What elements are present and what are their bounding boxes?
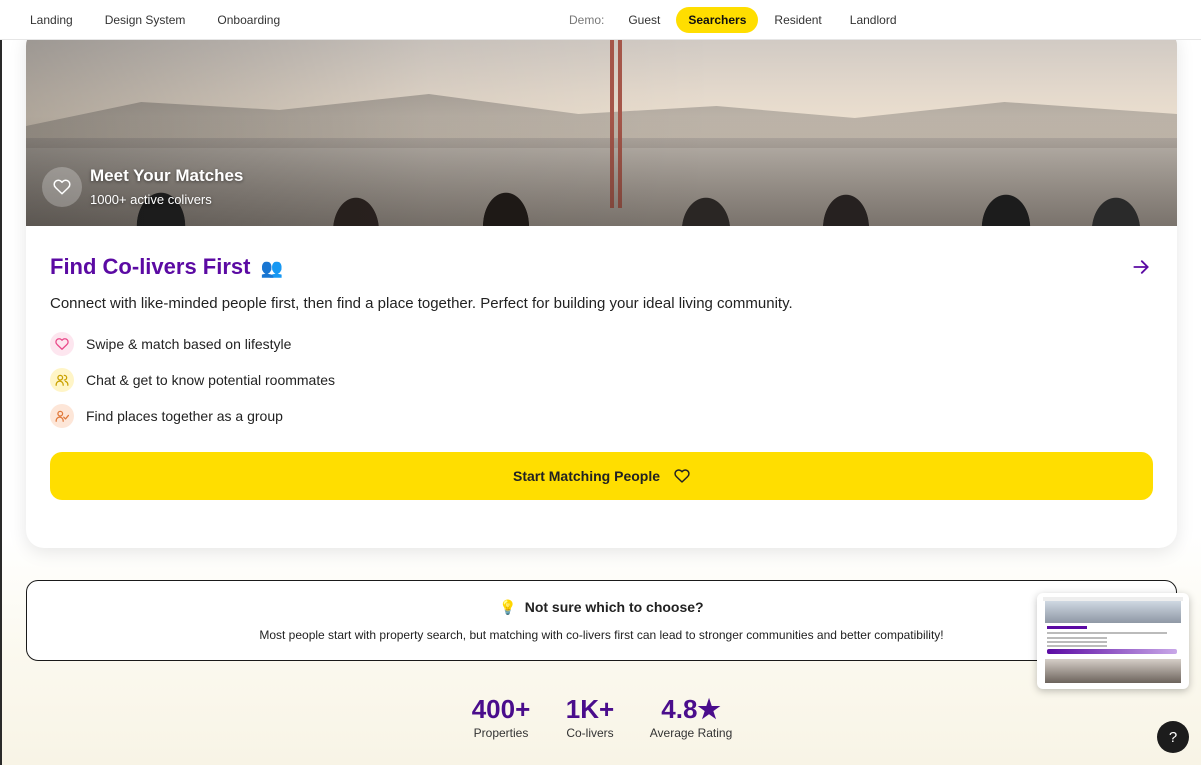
favorite-button[interactable] [42,167,82,207]
heart-icon [50,332,74,356]
card-description: Connect with like-minded people first, t… [50,295,793,312]
stat-value: 400+ [471,694,531,724]
stat-properties: 400+ Properties [466,694,536,740]
help-text: Most people start with property search, … [259,628,944,642]
nav-link-landing[interactable]: Landing [30,13,73,27]
heart-icon [674,469,690,483]
people-emoji: 👥 [260,258,284,278]
stat-rating: 4.8★ Average Rating [644,694,738,740]
help-box: 💡 Not sure which to choose? Most people … [26,580,1177,661]
users-icon [50,368,74,392]
feature-label: Chat & get to know potential roommates [86,372,336,388]
feature-item: Swipe & match based on lifestyle [50,332,291,356]
page-preview-thumbnail[interactable] [1037,593,1189,689]
start-matching-label: Start Matching People [512,468,661,484]
card-title: Find Co-livers First 👥 [50,254,283,280]
help-button[interactable]: ? [1157,721,1189,753]
hero-image: Meet Your Matches 1000+ active colivers [26,28,1177,226]
card-arrow-button[interactable] [1128,254,1154,280]
stat-value: 1K+ [565,694,615,724]
lightbulb-icon: 💡 [499,599,517,615]
demo-switcher: Demo: Guest Searchers Resident Landlord [569,0,913,40]
stat-value: 4.8★ [661,694,721,724]
feature-item: Chat & get to know potential roommates [50,368,335,392]
start-matching-button[interactable]: Start Matching People [50,452,1153,500]
stat-label: Average Rating [649,726,733,740]
demo-option-resident[interactable]: Resident [762,7,833,33]
demo-option-landlord[interactable]: Landlord [838,7,909,33]
stat-label: Co-livers [566,726,614,740]
feature-label: Swipe & match based on lifestyle [86,336,292,352]
nav-link-onboarding[interactable]: Onboarding [217,13,280,27]
demo-label: Demo: [569,13,605,27]
user-check-icon [50,404,74,428]
hero-subtitle: 1000+ active colivers [90,192,212,207]
feature-label: Find places together as a group [86,408,283,424]
nav-link-design-system[interactable]: Design System [105,13,186,27]
top-nav: Landing Design System Onboarding Demo: G… [0,0,1201,40]
demo-option-searchers[interactable]: Searchers [676,7,759,33]
demo-option-guest[interactable]: Guest [616,7,672,33]
card-title-text: Find Co-livers First [50,254,251,279]
feature-item: Find places together as a group [50,404,283,428]
find-colivers-card: Meet Your Matches 1000+ active colivers … [26,28,1177,548]
arrow-right-icon [1133,260,1149,274]
stat-label: Properties [473,726,529,740]
help-title-text: Not sure which to choose? [524,599,704,615]
stat-colivers: 1K+ Co-livers [555,694,625,740]
help-title: 💡 Not sure which to choose? [27,599,1176,616]
heart-icon [53,179,71,195]
hero-title: Meet Your Matches [90,166,244,185]
nav-links: Landing Design System Onboarding [30,13,280,27]
